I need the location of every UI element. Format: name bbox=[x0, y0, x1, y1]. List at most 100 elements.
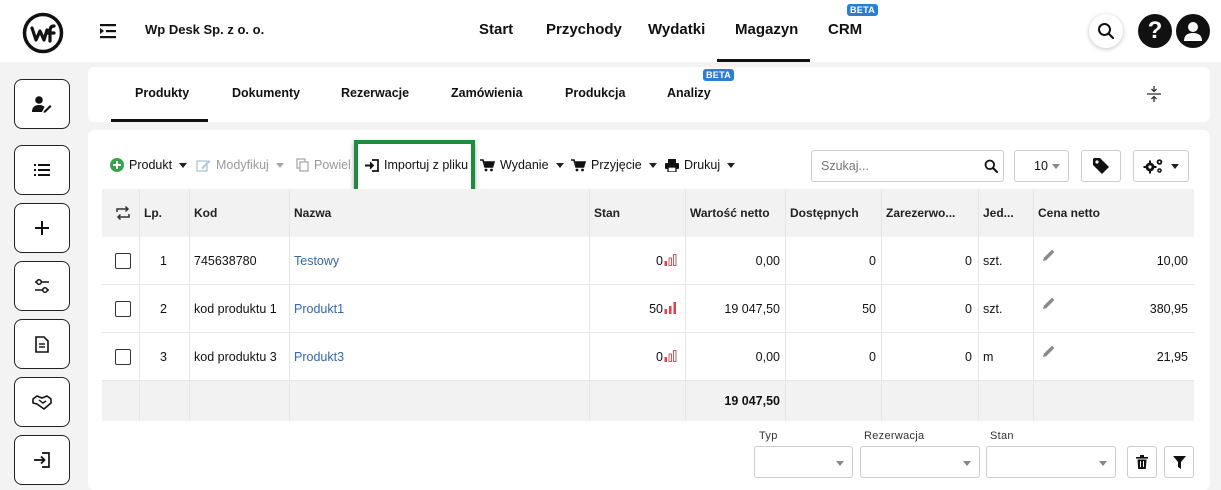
add-product-button[interactable]: Produkt bbox=[110, 158, 188, 172]
tab-analizy[interactable]: Analizy bbox=[667, 86, 711, 100]
sidebar-filters-button[interactable] bbox=[14, 261, 70, 311]
sidebar-import-button[interactable] bbox=[14, 435, 70, 485]
sidebar-list-button[interactable] bbox=[14, 145, 70, 195]
col-lp[interactable]: Lp. bbox=[144, 206, 162, 220]
row-checkbox[interactable] bbox=[115, 253, 131, 269]
sidebar-deals-button[interactable] bbox=[14, 377, 70, 427]
plus-icon bbox=[35, 221, 49, 235]
nav-przychody[interactable]: Przychody bbox=[546, 21, 622, 38]
menu-toggle-icon[interactable] bbox=[99, 22, 117, 40]
analizy-beta-badge: BETA bbox=[703, 69, 735, 81]
row-checkbox[interactable] bbox=[115, 301, 131, 317]
nav-start[interactable]: Start bbox=[479, 21, 513, 38]
user-menu-button[interactable] bbox=[1176, 14, 1210, 48]
column-divider bbox=[978, 189, 979, 421]
tab-produkcja[interactable]: Produkcja bbox=[565, 86, 625, 100]
tab-zamowienia[interactable]: Zamówienia bbox=[451, 86, 523, 100]
pencil-icon[interactable] bbox=[1042, 344, 1056, 358]
cell-jednostka: szt. bbox=[983, 302, 1003, 316]
cell-cena-netto: 10,00 bbox=[1156, 254, 1188, 268]
cell-kod: kod produktu 1 bbox=[194, 302, 277, 316]
col-kod[interactable]: Kod bbox=[194, 206, 217, 220]
filter-stan-label: Stan bbox=[990, 430, 1014, 442]
chevron-down-icon bbox=[1052, 164, 1060, 169]
sidebar-add-button[interactable] bbox=[14, 203, 70, 253]
stock-level-icon bbox=[664, 302, 676, 314]
chevron-down-icon bbox=[1099, 461, 1107, 466]
document-icon bbox=[35, 335, 49, 353]
cell-lp: 2 bbox=[160, 302, 167, 316]
cell-kod: 745638780 bbox=[194, 254, 257, 268]
cart-icon bbox=[480, 158, 495, 171]
question-icon: ? bbox=[1147, 17, 1163, 44]
user-edit-icon bbox=[32, 96, 52, 113]
receipt-button[interactable]: Przyjęcie bbox=[571, 158, 657, 172]
nav-wydatki[interactable]: Wydatki bbox=[648, 21, 705, 38]
print-button[interactable]: Drukuj bbox=[665, 158, 736, 172]
pencil-icon[interactable] bbox=[1042, 296, 1056, 310]
pencil-icon[interactable] bbox=[1042, 248, 1056, 262]
search-icon[interactable] bbox=[984, 159, 998, 173]
handshake-icon bbox=[32, 395, 52, 410]
chevron-down-icon bbox=[275, 162, 284, 168]
help-button[interactable]: ? bbox=[1138, 14, 1172, 48]
cell-jednostka: m bbox=[983, 350, 994, 364]
stan-value: 0 bbox=[656, 254, 663, 268]
page-size-select[interactable]: 10 bbox=[1014, 150, 1069, 182]
global-search-button[interactable] bbox=[1089, 14, 1123, 48]
table-settings-button[interactable] bbox=[1133, 150, 1189, 182]
cell-lp: 3 bbox=[160, 350, 167, 364]
col-dostepnych[interactable]: Dostępnych bbox=[790, 206, 859, 220]
search-input[interactable] bbox=[811, 150, 1004, 182]
filter-rezerwacja-select[interactable] bbox=[860, 446, 980, 478]
col-stan[interactable]: Stan bbox=[594, 206, 620, 220]
table-row[interactable]: 3 kod produktu 3 Produkt3 0 0,00 0 0 m 2… bbox=[102, 333, 1194, 381]
app-logo[interactable] bbox=[22, 12, 64, 54]
tab-rezerwacje[interactable]: Rezerwacje bbox=[341, 86, 409, 100]
list-icon bbox=[34, 164, 50, 176]
duplicate-button[interactable]: Powiel bbox=[296, 158, 351, 172]
modify-button[interactable]: Modyfikuj bbox=[196, 158, 284, 172]
cell-cena-netto: 21,95 bbox=[1156, 350, 1188, 364]
clear-filters-button[interactable] bbox=[1127, 446, 1157, 478]
cell-nazwa-link[interactable]: Testowy bbox=[294, 254, 339, 268]
nav-active-indicator bbox=[717, 59, 810, 62]
col-nazwa[interactable]: Nazwa bbox=[294, 206, 331, 220]
cell-kod: kod produktu 3 bbox=[194, 350, 277, 364]
cell-wartosc-netto: 19 047,50 bbox=[724, 302, 780, 316]
modify-label: Modyfikuj bbox=[216, 158, 269, 172]
cell-nazwa-link[interactable]: Produkt3 bbox=[294, 350, 344, 364]
col-cena-netto[interactable]: Cena netto bbox=[1038, 206, 1100, 220]
import-from-file-button[interactable]: Importuj z pliku bbox=[364, 158, 468, 172]
column-divider bbox=[785, 189, 786, 421]
filter-stan-select[interactable] bbox=[986, 446, 1116, 478]
filter-rezerwacja-label: Rezerwacja bbox=[864, 430, 925, 442]
tab-produkty[interactable]: Produkty bbox=[135, 86, 189, 100]
nav-magazyn[interactable]: Magazyn bbox=[735, 21, 798, 38]
issue-button[interactable]: Wydanie bbox=[480, 158, 564, 172]
table-row[interactable]: 2 kod produktu 1 Produkt1 50 19 047,50 5… bbox=[102, 285, 1194, 333]
chevron-down-icon bbox=[648, 162, 657, 168]
col-wartosc-netto[interactable]: Wartość netto bbox=[690, 206, 770, 220]
table-row[interactable]: 1 745638780 Testowy 0 0,00 0 0 szt. 10,0… bbox=[102, 237, 1194, 285]
filter-typ-select[interactable] bbox=[754, 446, 853, 478]
apply-filter-button[interactable] bbox=[1164, 446, 1194, 478]
cell-nazwa-link[interactable]: Produkt1 bbox=[294, 302, 344, 316]
user-icon bbox=[1184, 22, 1202, 41]
sum-wartosc-netto: 19 047,50 bbox=[724, 394, 780, 408]
sidebar-documents-button[interactable] bbox=[14, 319, 70, 369]
collapse-icon[interactable] bbox=[1145, 85, 1163, 103]
cell-cena-netto: 380,95 bbox=[1149, 302, 1188, 316]
col-zarezerwowane[interactable]: Zarezerwo... bbox=[886, 206, 955, 220]
chevron-down-icon bbox=[963, 461, 971, 466]
sidebar-contractors-button[interactable] bbox=[14, 79, 70, 129]
products-panel: Produkt Modyfikuj Powiel Importuj z plik… bbox=[88, 130, 1210, 490]
refresh-icon[interactable] bbox=[115, 206, 131, 220]
nav-crm[interactable]: CRM bbox=[828, 21, 862, 38]
sign-in-icon bbox=[365, 158, 379, 172]
edit-icon bbox=[196, 160, 211, 172]
tags-button[interactable] bbox=[1081, 150, 1121, 182]
tab-dokumenty[interactable]: Dokumenty bbox=[232, 86, 300, 100]
row-checkbox[interactable] bbox=[115, 349, 131, 365]
col-jednostka[interactable]: Jed... bbox=[983, 206, 1014, 220]
